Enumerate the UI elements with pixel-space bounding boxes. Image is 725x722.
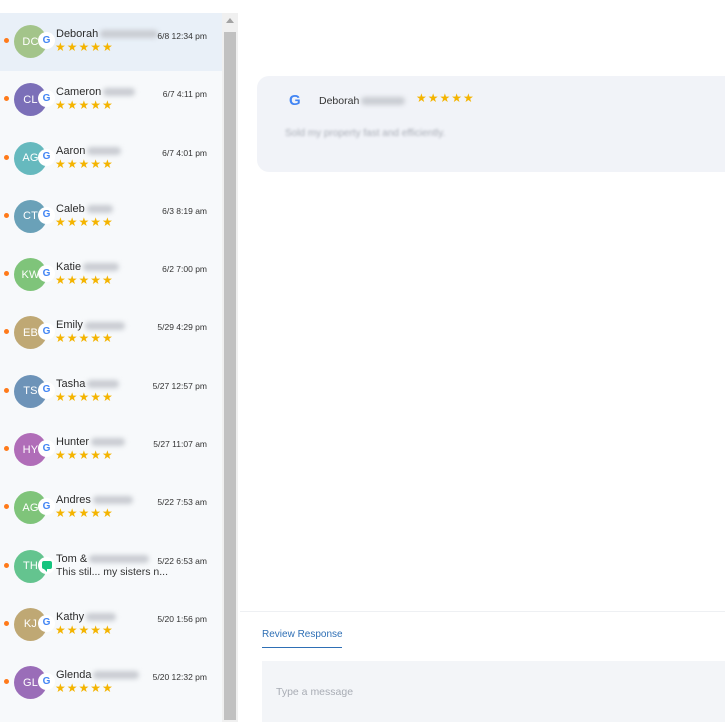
scroll-up-arrow-icon[interactable]	[226, 18, 234, 23]
google-icon: G	[39, 266, 54, 282]
contact-name: Glenda	[56, 669, 140, 681]
google-icon: G	[39, 615, 54, 631]
google-icon: G	[39, 499, 54, 515]
rating-stars: ★★★★★	[55, 214, 114, 229]
scrollbar[interactable]	[222, 13, 238, 722]
google-icon: G	[39, 207, 54, 223]
unread-dot	[4, 504, 9, 510]
timestamp: 6/3 8:19 am	[162, 205, 207, 216]
timestamp: 6/7 4:01 pm	[162, 147, 207, 158]
reviewer-name: Deborah	[319, 95, 406, 107]
tab-review-response[interactable]: Review Response	[262, 629, 343, 640]
unread-dot	[4, 329, 9, 335]
rating-stars: ★★★★★	[55, 98, 114, 113]
review-rating-stars: ★★★★★	[416, 91, 475, 105]
timestamp: 5/22 7:53 am	[157, 497, 207, 508]
message-input[interactable]	[262, 661, 725, 722]
unread-dot	[4, 38, 9, 43]
active-tab-underline	[262, 647, 342, 648]
contact-name: Emily	[56, 319, 125, 331]
divider	[240, 611, 725, 612]
unread-dot	[4, 154, 9, 160]
google-icon: G	[39, 674, 54, 690]
conversation-item[interactable]: CT G Caleb 6/3 8:19 am ★★★★★	[0, 188, 222, 246]
unread-dot	[4, 620, 9, 626]
rating-stars: ★★★★★	[55, 506, 114, 521]
conversation-item[interactable]: KJ G Kathy 5/20 1:56 pm ★★★★★	[0, 596, 222, 654]
timestamp: 5/27 11:07 am	[153, 439, 207, 450]
contact-name: Aaron	[56, 145, 122, 157]
unread-dot	[4, 96, 9, 102]
timestamp: 5/27 12:57 pm	[152, 380, 207, 391]
google-icon: G	[39, 441, 54, 457]
conversation-item[interactable]: TH Tom & 5/22 6:53 am This stil... my siste…	[0, 538, 222, 596]
conversation-item[interactable]: KW G Katie 6/2 7:00 pm ★★★★★	[0, 246, 222, 304]
rating-stars: ★★★★★	[55, 389, 114, 404]
conversation-item[interactable]: DC G Deborah 6/8 12:34 pm ★★★★★	[0, 13, 222, 72]
unread-dot	[4, 271, 9, 277]
contact-name: Cameron	[56, 86, 136, 98]
timestamp: 6/8 12:34 pm	[157, 31, 207, 41]
contact-name: Tom &	[56, 553, 150, 565]
conversation-item[interactable]: HY G Hunter 5/27 11:07 am ★★★★★	[0, 421, 222, 479]
scrollbar-thumb[interactable]	[224, 32, 236, 720]
contact-name: Andres	[56, 494, 133, 506]
google-icon: G	[39, 33, 54, 48]
contact-name: Katie	[56, 261, 120, 273]
conversation-item[interactable]: GL G Glenda 5/20 12:32 pm ★★★★★	[0, 654, 222, 712]
unread-dot	[4, 212, 9, 218]
conversation-item[interactable]: CL G Cameron 6/7 4:11 pm ★★★★★	[0, 71, 222, 129]
conversation-item[interactable]: TS G Tasha 5/27 12:57 pm ★★★★★	[0, 363, 222, 421]
timestamp: 6/7 4:11 pm	[162, 89, 207, 100]
review-card: G Deborah ★★★★★ Sold my property fast an…	[257, 76, 725, 172]
timestamp: 5/20 1:56 pm	[157, 613, 207, 624]
rating-stars: ★★★★★	[55, 273, 114, 288]
unread-dot	[4, 679, 9, 685]
timestamp: 6/2 7:00 pm	[162, 264, 207, 275]
review-text: Sold my property fast and efficiently.	[285, 128, 446, 139]
google-icon: G	[39, 382, 54, 398]
contact-name: Caleb	[56, 203, 113, 215]
google-icon: G	[39, 149, 54, 165]
google-icon: G	[39, 91, 54, 107]
conversation-list: DC G Deborah 6/8 12:34 pm ★★★★★ CL G Cameron 6/7…	[0, 13, 222, 722]
message-preview: This stil... my sisters n...	[56, 565, 169, 578]
chat-icon	[39, 557, 54, 573]
contact-name: Hunter	[56, 436, 126, 448]
timestamp: 5/22 6:53 am	[157, 555, 207, 566]
google-icon: G	[289, 92, 301, 109]
contact-name: Tasha	[56, 378, 120, 390]
timestamp: 5/29 4:29 pm	[157, 322, 207, 333]
rating-stars: ★★★★★	[55, 681, 114, 696]
conversation-item[interactable]: EB G Emily 5/29 4:29 pm ★★★★★	[0, 304, 222, 362]
unread-dot	[4, 446, 9, 452]
rating-stars: ★★★★★	[55, 40, 114, 54]
unread-dot	[4, 387, 9, 393]
rating-stars: ★★★★★	[55, 622, 114, 637]
contact-name: Kathy	[56, 611, 117, 623]
rating-stars: ★★★★★	[55, 448, 114, 463]
rating-stars: ★★★★★	[55, 331, 114, 346]
unread-dot	[4, 562, 9, 568]
timestamp: 5/20 12:32 pm	[152, 672, 207, 683]
conversation-panel: DC G Deborah 6/8 12:34 pm ★★★★★ CL G Cameron 6/7…	[0, 13, 238, 722]
rating-stars: ★★★★★	[55, 156, 114, 171]
conversation-item[interactable]: AG G Aaron 6/7 4:01 pm ★★★★★	[0, 130, 222, 188]
contact-name: Deborah	[56, 28, 159, 40]
conversation-item[interactable]: AG G Andres 5/22 7:53 am ★★★★★	[0, 479, 222, 537]
google-icon: G	[39, 324, 54, 340]
